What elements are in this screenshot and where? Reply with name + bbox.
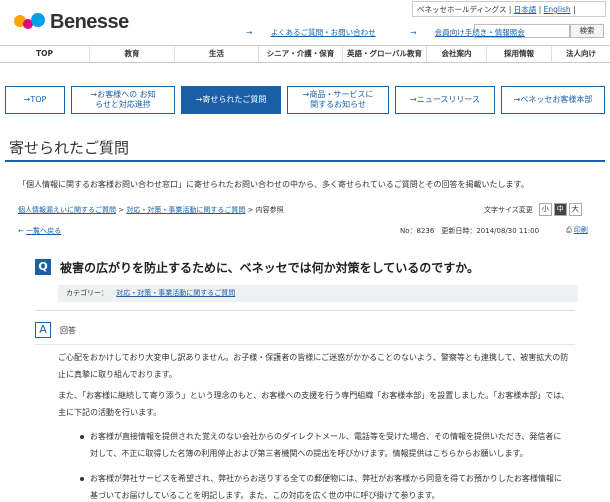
arrow-icon: → [410, 28, 417, 37]
gnav-item-top[interactable]: TOP [0, 46, 90, 62]
breadcrumb-current: 内容参照 [255, 206, 284, 214]
answer-paragraph: また、「お客様に継続して寄り添う」という理念のもと、お客様への支援を行う専門組織… [58, 391, 570, 417]
subnav-news[interactable]: →ニュースリリース [395, 86, 495, 114]
corp-label[interactable]: ベネッセホールディングス [417, 5, 506, 14]
subnav-faq[interactable]: →寄せられたご質問 [181, 86, 281, 114]
question-badge: Q [35, 259, 51, 275]
breadcrumb: 個人情報漏えいに関するご質問 > 対応・対策・事業活動に関するご質問 > 内容参… [18, 206, 284, 214]
corp-language-box: ベネッセホールディングス | 日本語 | English | [412, 1, 606, 17]
subnav-customer-hq[interactable]: →ベネッセお客様本部 [501, 86, 605, 114]
gnav-item-life[interactable]: 生活 [175, 46, 259, 62]
sub-nav: →TOP →お客様への お知らせと対応進捗 →寄せられたご質問 →商品・サービス… [5, 86, 605, 114]
question-divider [35, 310, 575, 311]
gnav-item-corporate[interactable]: 法人向け [552, 46, 610, 62]
answer-label: 回答 [60, 326, 76, 335]
print-label[interactable]: 印刷 [574, 226, 588, 234]
logo-text: Benesse [50, 10, 129, 33]
breadcrumb-item[interactable]: 対応・対策・事業活動に関するご質問 [126, 206, 245, 214]
back-arrow-icon: ← [18, 227, 24, 235]
benesse-logo[interactable]: Benesse [14, 9, 129, 35]
font-size-switcher: 文字サイズ変更 小 中 大 [484, 203, 582, 216]
search-button[interactable]: 検索 [570, 24, 604, 38]
answer-bullet: お客様が弊社サービスを希望され、弊社からお送りする全ての郵便物には、弊社がお客様… [80, 470, 562, 502]
page-title: 寄せられたご質問 [9, 139, 130, 157]
font-size-medium-button[interactable]: 中 [553, 203, 567, 216]
article-meta: No：8236 更新日時：2014/08/30 11:00 [400, 227, 540, 235]
font-size-label: 文字サイズ変更 [484, 205, 533, 214]
gnav-item-recruit[interactable]: 採用情報 [487, 46, 552, 62]
font-size-small-button[interactable]: 小 [538, 203, 552, 216]
site-header: Benesse ベネッセホールディングス | 日本語 | English | →… [0, 0, 610, 46]
print-icon: ⎙ [566, 226, 572, 234]
print-link[interactable]: ⎙ 印刷 [566, 225, 588, 235]
gnav-item-education[interactable]: 教育 [90, 46, 175, 62]
title-divider [5, 160, 605, 162]
subnav-top[interactable]: →TOP [5, 86, 65, 114]
font-size-large-button[interactable]: 大 [568, 203, 582, 216]
breadcrumb-item[interactable]: 個人情報漏えいに関するご質問 [18, 206, 116, 214]
search-input[interactable] [474, 24, 570, 38]
back-to-list[interactable]: ← 一覧へ戻る [18, 226, 61, 236]
subnav-product-info[interactable]: →商品・サービスに 関するお知らせ [287, 86, 389, 114]
gnav-item-company[interactable]: 会社案内 [427, 46, 487, 62]
lang-en-link[interactable]: English [544, 5, 571, 14]
answer-divider [35, 344, 575, 345]
category-link[interactable]: 対応・対策・事業活動に関するご質問 [116, 289, 235, 297]
answer-badge: A [35, 322, 51, 338]
global-nav: TOP 教育 生活 シニア・介護・保育 英語・グローバル教育 会社案内 採用情報… [0, 45, 610, 63]
category-box: カテゴリー： 対応・対策・事業活動に関するご質問 [58, 285, 578, 302]
back-link[interactable]: 一覧へ戻る [26, 227, 61, 235]
intro-text: 「個人情報に関するお客様お問い合わせ窓口」に寄せられたお問い合わせの中から、多く… [18, 180, 529, 189]
question-text: 被害の広がりを防止するために、ベネッセでは何か対策をしているのですか。 [60, 261, 480, 275]
arrow-icon: → [246, 28, 253, 37]
faq-link[interactable]: よくあるご質問・お問い合わせ [271, 28, 376, 37]
subnav-notices[interactable]: →お客様への お知らせと対応進捗 [71, 86, 175, 114]
gnav-item-english[interactable]: 英語・グローバル教育 [343, 46, 427, 62]
answer-bullet: お客様が直接情報を提供された覚えのない会社からのダイレクトメール、電話等を受けた… [80, 428, 562, 462]
logo-mark-icon [14, 11, 48, 33]
lang-ja-link[interactable]: 日本語 [514, 5, 537, 14]
category-label: カテゴリー： [66, 289, 108, 297]
gnav-item-senior[interactable]: シニア・介護・保育 [259, 46, 343, 62]
answer-paragraph: ご心配をおかけしており大変申し訳ありません。お子様・保護者の皆様にご迷惑がかかる… [58, 353, 569, 379]
